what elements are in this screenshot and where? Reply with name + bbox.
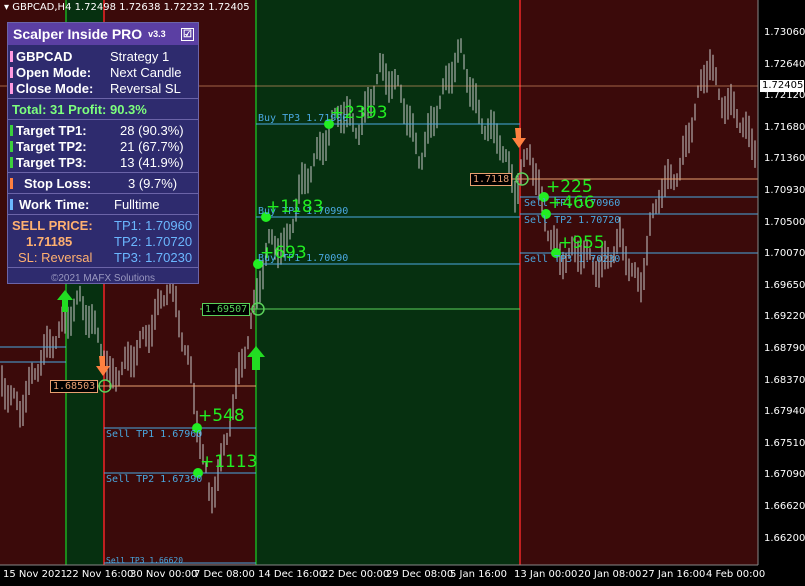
work-time-row: Work Time: Fulltime (8, 196, 198, 212)
entry-price-tag: 1.69507 (202, 303, 251, 316)
price-tick-label: 1.68790 (764, 343, 805, 354)
price-tick-label: 1.70930 (764, 185, 805, 196)
time-tick-label: 22 Nov 16:00 (66, 569, 134, 580)
price-tick-label: 1.73060 (764, 27, 805, 38)
price-tick-label: 1.68370 (764, 374, 805, 386)
sell-zone (520, 0, 758, 565)
time-tick-label: 13 Jan 00:00 (514, 569, 578, 580)
time-tick-label: 14 Dec 16:00 (258, 569, 326, 580)
profit-label: +466 (548, 193, 595, 213)
dropdown-triangle-icon[interactable]: ▾ (4, 2, 9, 13)
panel-version: v3.3 (148, 29, 166, 39)
time-tick-label: 30 Nov 00:00 (130, 569, 198, 580)
symbol-row: GBPCAD Strategy 1 (8, 48, 198, 64)
tp2-row: Target TP2: 21 (67.7%) (8, 138, 198, 154)
close-mode-row: Close Mode: Reversal SL (8, 80, 198, 96)
tp-label: Sell TP3 1.66620 (106, 556, 184, 565)
price-tick-label: 1.66200 (764, 532, 805, 544)
price-tick-label: 1.69650 (764, 279, 805, 291)
sell-value-row: 1.71185 TP2: 1.70720 (26, 233, 193, 249)
panel-header: Scalper Inside PRO v3.3 ☑ (8, 23, 198, 45)
time-tick-label: 29 Dec 08:00 (386, 569, 454, 580)
panel-checkbox-icon[interactable]: ☑ (181, 27, 194, 41)
total-row: Total: 31 Profit: 90.3% (12, 101, 147, 117)
sl-mode-row: SL: Reversal TP3: 1.70230 (18, 249, 193, 265)
panel-title: Scalper Inside PRO (13, 26, 143, 42)
price-tick-label: 1.72640 (764, 58, 805, 70)
time-tick-label: 7 Dec 08:00 (194, 569, 255, 580)
tp1-row: Target TP1: 28 (90.3%) (8, 122, 198, 138)
price-tick-label: 1.67090 (764, 469, 805, 481)
entry-price-tag: 1.7118 (470, 173, 513, 186)
price-tick-label: 1.66620 (764, 501, 805, 512)
price-tick-label: 1.67940 (764, 406, 805, 418)
profit-label: +955 (558, 233, 605, 253)
time-tick-label: 4 Feb 00:00 (706, 569, 766, 580)
entry-price-tag: 1.68503 (50, 380, 99, 393)
profit-label: +548 (198, 406, 245, 426)
price-tick-label: 1.71680 (764, 121, 805, 133)
chart-symbol-line: ▾ GBPCAD,H4 1.72498 1.72638 1.72232 1.72… (4, 2, 250, 13)
profit-label: +1183 (266, 197, 324, 217)
price-tick-label: 1.70500 (764, 216, 805, 228)
panel-copyright: ©2021 MAFX Solutions (50, 272, 156, 284)
time-tick-label: 27 Jan 16:00 (642, 569, 706, 580)
price-tick-label: 1.71360 (764, 153, 805, 165)
tp-label: Sell TP3 1.70230 (524, 254, 621, 265)
tp-label: Sell TP2 1.70720 (524, 215, 621, 226)
strategy-value: Strategy 1 (110, 48, 170, 64)
stop-loss-row: Stop Loss: 3 (9.7%) (8, 175, 198, 191)
time-tick-label: 5 Jan 16:00 (450, 569, 507, 580)
profit-label: +2393 (330, 103, 388, 123)
price-tick-label: 1.67510 (764, 437, 805, 449)
price-tick-label: 1.69220 (764, 311, 805, 323)
open-mode-row: Open Mode: Next Candle (8, 64, 198, 80)
symbol-label: GBPCAD (16, 48, 73, 64)
tp3-row: Target TP3: 13 (41.9%) (8, 154, 198, 170)
price-tick-label: 1.70070 (764, 248, 805, 260)
indicator-info-panel: Scalper Inside PRO v3.3 ☑ GBPCAD Strateg… (7, 22, 199, 284)
profit-label: +1113 (200, 452, 258, 472)
buy-zone (256, 0, 520, 565)
profit-label: +693 (260, 243, 307, 263)
sell-price-row: SELL PRICE: TP1: 1.70960 (12, 217, 193, 233)
current-price-badge: 1.72405 (760, 80, 804, 92)
tp-label: Sell TP2 1.67390 (106, 474, 203, 485)
time-tick-label: 22 Dec 00:00 (322, 569, 390, 580)
time-tick-label: 20 Jan 08:00 (578, 569, 642, 580)
tp-label: Sell TP1 1.67960 (106, 429, 203, 440)
time-tick-label: 15 Nov 2021 (3, 569, 68, 580)
